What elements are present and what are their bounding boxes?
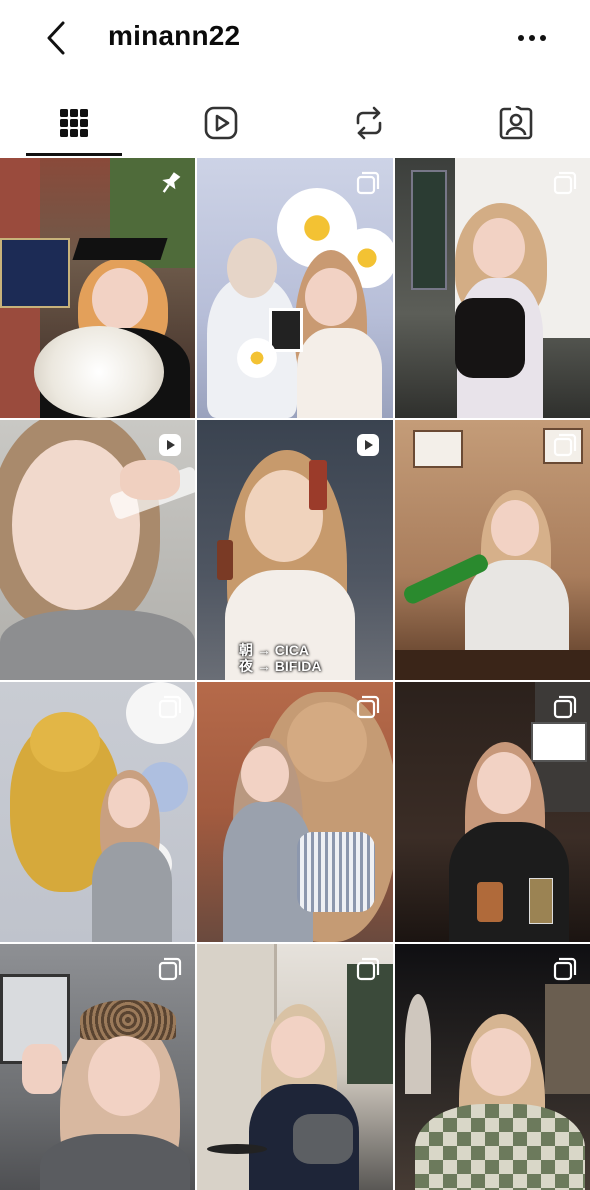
back-button[interactable] [36,18,76,58]
carousel-icon [356,171,380,195]
post-tile[interactable] [0,682,195,942]
more-options-button[interactable] [508,20,556,56]
reel-icon [159,434,181,456]
carousel-icon [553,957,577,981]
more-horizontal-icon [518,35,546,41]
tab-tagged[interactable] [443,90,590,156]
pin-icon [162,172,181,193]
tab-reposts[interactable] [295,90,443,156]
post-photo [197,420,393,680]
post-photo [395,158,590,418]
profile-header: minann22 [0,0,590,80]
carousel-icon [356,957,380,981]
post-tile[interactable] [395,420,590,680]
tagged-person-icon [499,106,533,140]
tab-reels[interactable] [148,90,296,156]
reels-play-icon [204,106,238,140]
post-tile[interactable] [395,944,590,1190]
carousel-icon [553,171,577,195]
profile-tabs [0,90,590,156]
post-tile[interactable] [395,682,590,942]
carousel-icon [553,695,577,719]
profile-username[interactable]: minann22 [108,20,240,52]
carousel-icon [553,433,577,457]
tab-posts[interactable] [0,90,148,156]
post-tile[interactable] [197,944,393,1190]
carousel-icon [158,957,182,981]
chevron-left-icon [47,21,65,55]
posts-grid: 朝 → CICA 夜 → BIFIDA [0,158,590,1190]
post-tile[interactable] [197,682,393,942]
post-photo [0,420,195,680]
post-tile[interactable] [0,158,195,418]
carousel-icon [158,695,182,719]
post-tile[interactable] [197,158,393,418]
post-tile[interactable] [0,944,195,1190]
post-photo [197,682,393,942]
post-tile[interactable]: 朝 → CICA 夜 → BIFIDA [197,420,393,680]
post-photo [395,420,590,680]
carousel-icon [356,695,380,719]
active-tab-indicator [26,153,122,156]
post-photo [197,158,393,418]
post-tile[interactable] [395,158,590,418]
post-tile[interactable] [0,420,195,680]
post-photo [0,682,195,942]
reel-icon [357,434,379,456]
post-photo [395,682,590,942]
grid-icon [59,109,88,137]
post-photo [0,158,195,418]
post-caption-overlay: 朝 → CICA 夜 → BIFIDA [239,642,322,674]
repost-icon [356,106,382,140]
